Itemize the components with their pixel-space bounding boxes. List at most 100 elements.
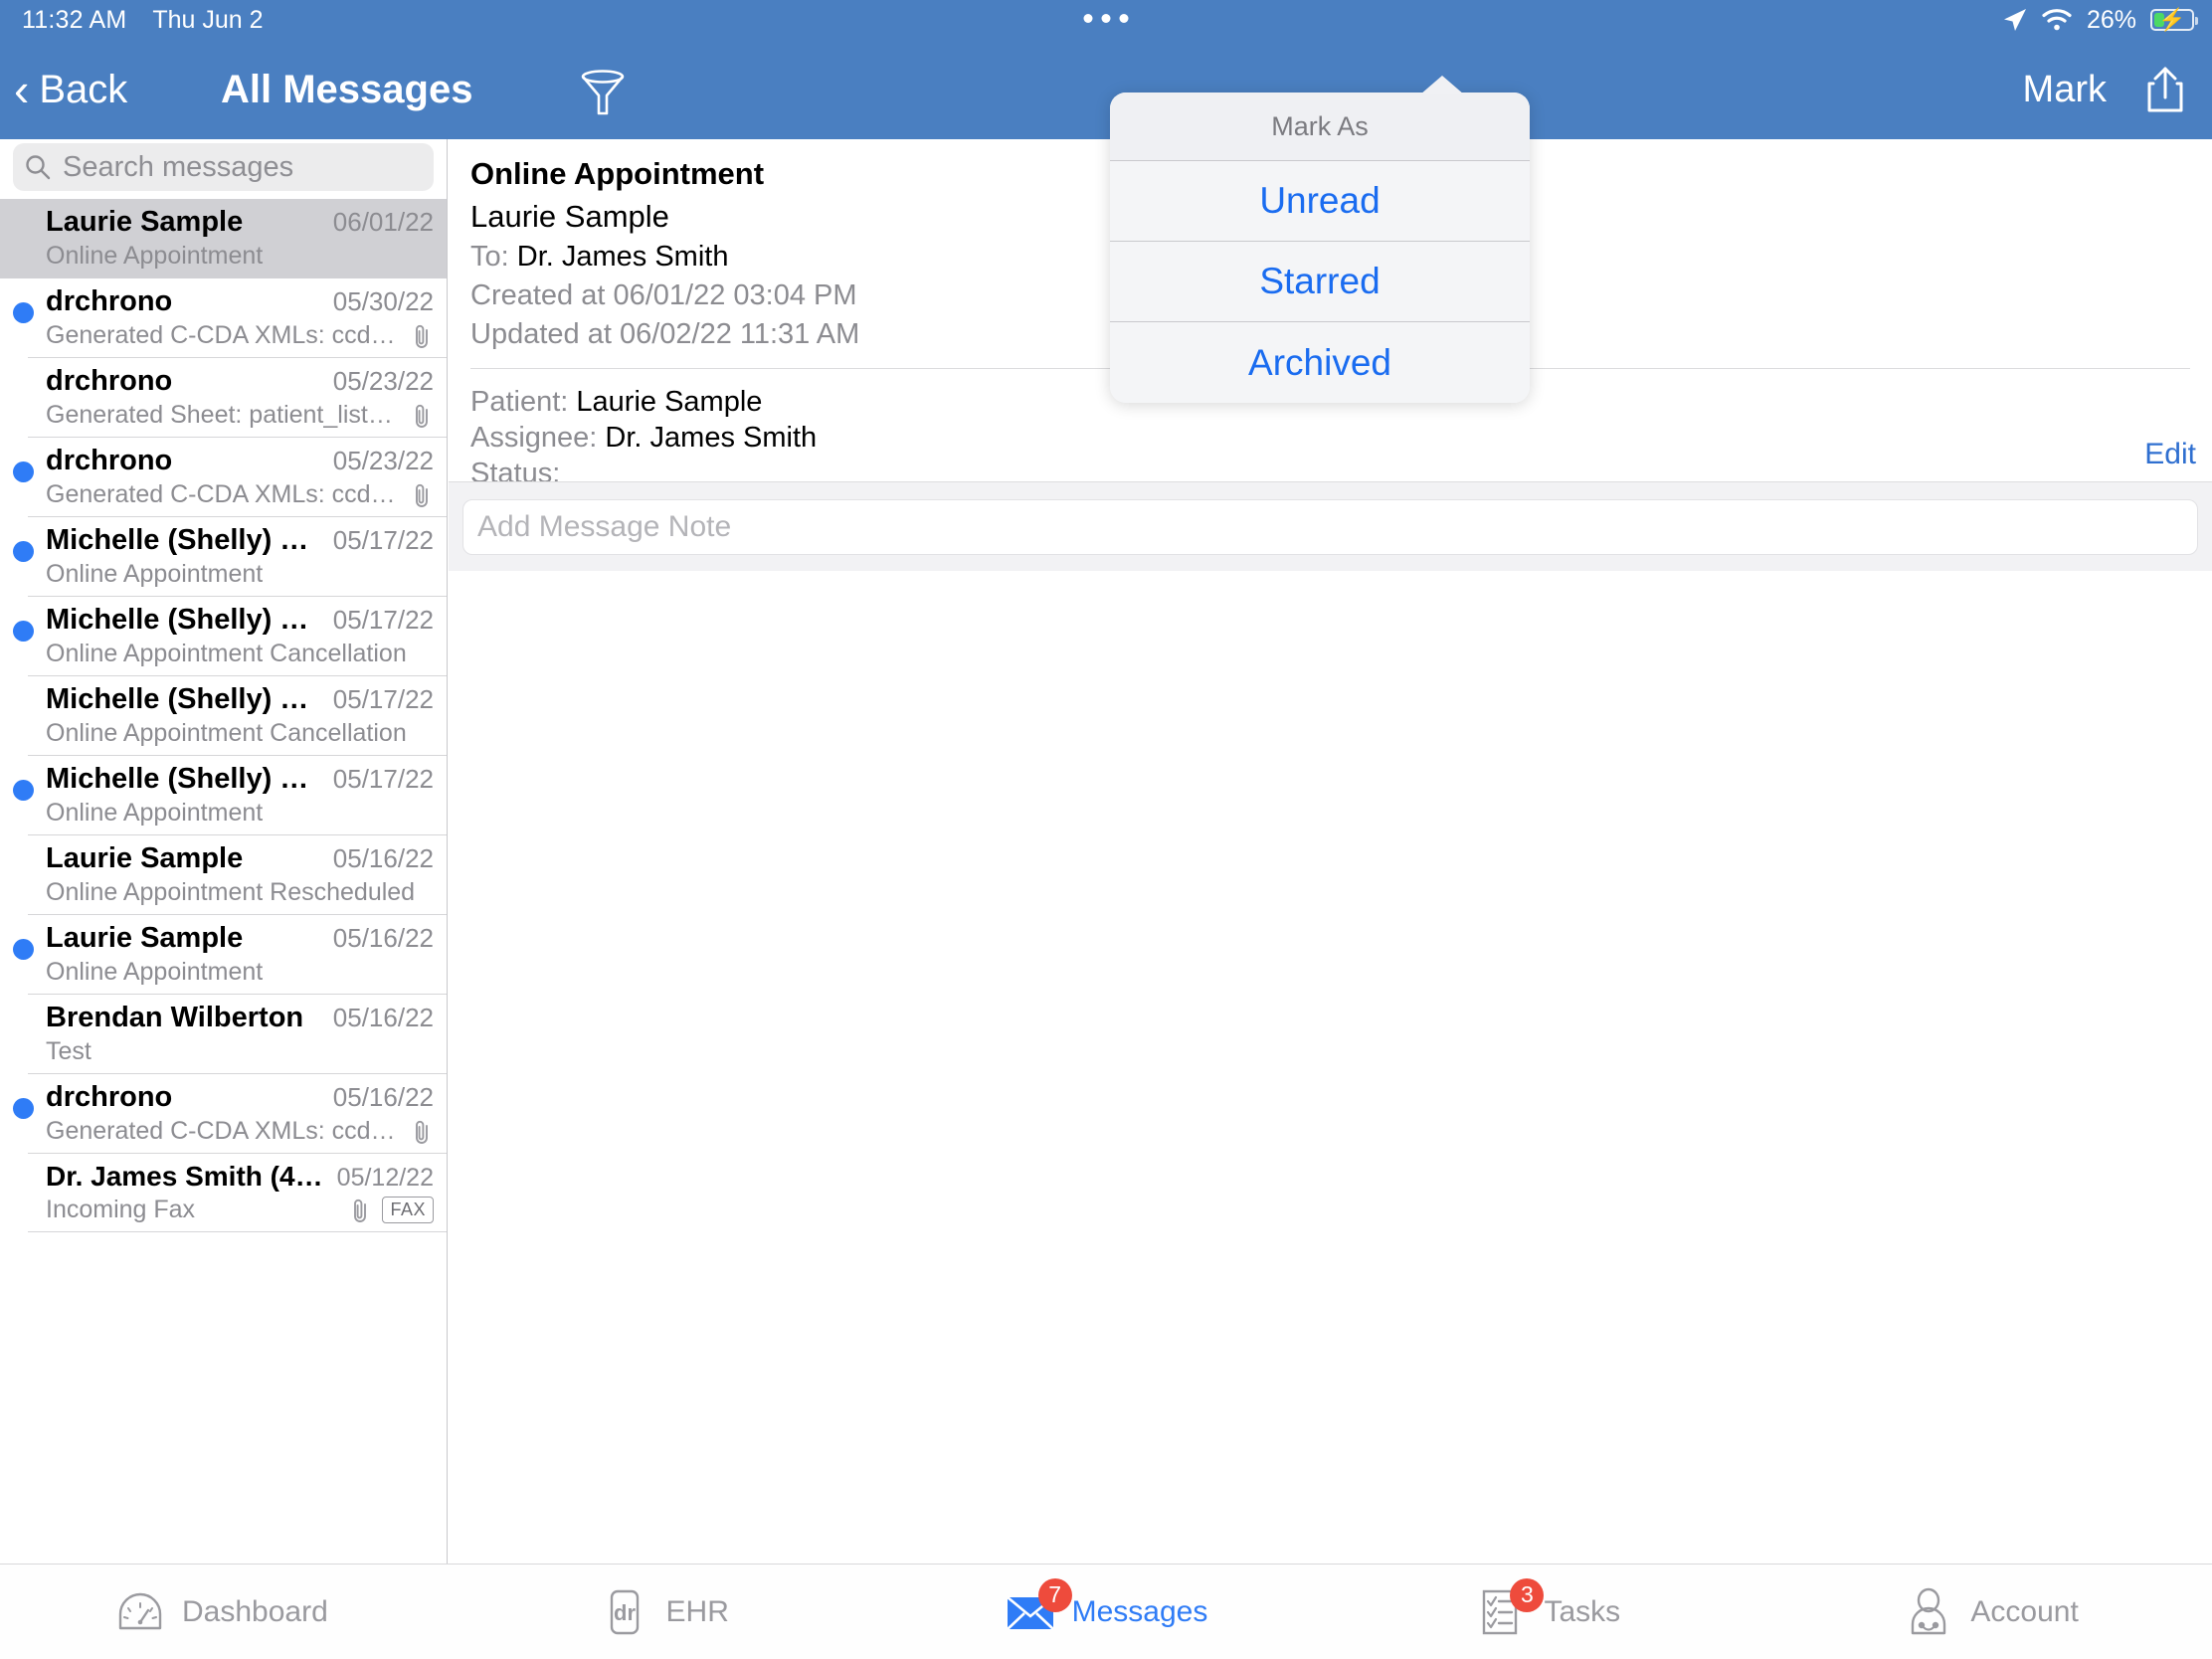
message-row-top: Michelle (Shelly) Harris05/17/22: [46, 763, 434, 796]
message-row-date: 05/23/22: [332, 446, 434, 475]
unread-indicator-dot: [13, 939, 34, 960]
tab-tasks[interactable]: 3 Tasks: [1327, 1565, 1769, 1659]
message-row-bottom: Online Appointment: [46, 958, 434, 987]
message-row-bottom: Online Appointment: [46, 799, 434, 828]
tab-account[interactable]: Account: [1769, 1565, 2212, 1659]
message-row-sender: Michelle (Shelly) Harris: [46, 683, 325, 715]
message-list-item[interactable]: Michelle (Shelly) Harris05/17/22 Online A…: [0, 517, 447, 597]
message-row-subject: Online Appointment Cancellation: [46, 640, 407, 667]
message-row-top: Dr. James Smith (4109278169)05/12/22: [46, 1161, 434, 1193]
tab-label: Messages: [1071, 1594, 1208, 1628]
tab-label: EHR: [665, 1594, 729, 1628]
message-row-top: Laurie Sample 05/16/22: [46, 842, 434, 875]
message-row-bottom: Online Appointment Cancellation: [46, 640, 434, 668]
message-list-item[interactable]: drchrono 05/16/22 Generated C-CDA XMLs: cc…: [0, 1074, 447, 1154]
assignee-row: Assignee: Dr. James Smith: [470, 422, 2212, 455]
message-list-item[interactable]: Laurie Sample 05/16/22 Online Appointment …: [0, 835, 447, 915]
message-row-sender: drchrono: [46, 365, 173, 397]
message-row-sender: Michelle (Shelly) Harris: [46, 763, 325, 795]
gauge-icon: [114, 1586, 166, 1638]
message-list-item[interactable]: Laurie Sample 06/01/22 Online Appointment: [0, 199, 447, 278]
assignee-value: Dr. James Smith: [605, 422, 818, 454]
message-list-item[interactable]: drchrono 05/23/22 Generated C-CDA XMLs: cc…: [0, 438, 447, 517]
message-list-item[interactable]: Michelle (Shelly) Harris05/17/22 Online A…: [0, 756, 447, 835]
unread-indicator-dot: [13, 621, 34, 642]
message-row-date: 05/16/22: [332, 1082, 434, 1112]
status-bar: 11:32 AM Thu Jun 2 26% ⚡: [0, 0, 2212, 40]
search-input[interactable]: [63, 150, 422, 184]
patient-label: Patient:: [470, 386, 569, 418]
search-box[interactable]: [13, 143, 434, 191]
message-row-subject: Test: [46, 1037, 92, 1065]
paperclip-icon: [410, 403, 434, 429]
message-row-sender: drchrono: [46, 1081, 173, 1113]
paperclip-icon: [410, 482, 434, 508]
unread-indicator-dot: [13, 302, 34, 323]
popover-item-archived[interactable]: Archived: [1110, 322, 1530, 403]
message-rows: Laurie Sample 06/01/22 Online Appointment d…: [0, 199, 447, 1232]
message-row-bottom: Generated C-CDA XMLs: ccda_xmls_05_30_20…: [46, 321, 434, 350]
message-row-sender: Laurie Sample: [46, 206, 244, 238]
battery-percent: 26%: [2086, 5, 2136, 34]
unread-indicator-dot: [13, 541, 34, 562]
message-row-date: 05/17/22: [332, 525, 434, 555]
tab-label: Tasks: [1544, 1594, 1621, 1628]
tab-dashboard[interactable]: Dashboard: [0, 1565, 443, 1659]
message-row-date: 05/17/22: [332, 684, 434, 714]
lightning-bolt-icon: ⚡: [2158, 7, 2186, 32]
back-button[interactable]: ‹ Back: [14, 40, 127, 139]
search-icon: [25, 154, 51, 180]
person-headset-icon: [1903, 1586, 1954, 1638]
message-row-bottom: Generated Sheet: patient_list_05_23_2022…: [46, 401, 434, 430]
unread-indicator-dot: [13, 461, 34, 482]
message-row-sender: Laurie Sample: [46, 922, 244, 954]
message-list-item[interactable]: drchrono 05/23/22 Generated Sheet: patient…: [0, 358, 447, 438]
message-list-item[interactable]: Laurie Sample 05/16/22 Online Appointment: [0, 915, 447, 995]
navigation-bar: ‹ Back All Messages Mark: [0, 40, 2212, 139]
popover-header: Mark As: [1110, 92, 1530, 161]
message-row-bottom: Online Appointment Rescheduled: [46, 878, 434, 907]
message-row-subject: Online Appointment: [46, 242, 264, 270]
back-button-label: Back: [39, 67, 128, 111]
message-list-item[interactable]: Brendan Wilberton 05/16/22 Test: [0, 995, 447, 1074]
message-row-sender: Brendan Wilberton: [46, 1002, 304, 1033]
message-note-bar: [449, 481, 2212, 571]
message-note-input[interactable]: [477, 509, 2183, 544]
message-list-item[interactable]: Michelle (Shelly) Harris05/17/22 Online A…: [0, 597, 447, 676]
popover-arrow-icon: [1420, 76, 1464, 94]
tab-messages[interactable]: 7 Messages: [885, 1565, 1328, 1659]
paperclip-icon: [410, 323, 434, 349]
message-row-date: 05/16/22: [332, 843, 434, 873]
message-row-sender: drchrono: [46, 445, 173, 476]
assignee-label: Assignee:: [470, 422, 598, 454]
edit-button[interactable]: Edit: [2144, 438, 2196, 471]
funnel-icon[interactable]: [579, 70, 627, 115]
app-root: 11:32 AM Thu Jun 2 26% ⚡ ‹ Back All Mess…: [0, 0, 2212, 1659]
message-row-date: 06/01/22: [332, 207, 434, 237]
message-note-field[interactable]: [462, 498, 2198, 555]
message-row-bottom: Incoming Fax FAX: [46, 1196, 434, 1224]
message-row-top: Laurie Sample 05/16/22: [46, 922, 434, 955]
message-row-subject: Online Appointment Cancellation: [46, 719, 407, 747]
drchrono-dr-icon: dr: [599, 1586, 650, 1638]
message-row-bottom: Online Appointment Cancellation: [46, 719, 434, 748]
popover-item-starred[interactable]: Starred: [1110, 242, 1530, 322]
multitasking-dots-icon[interactable]: [1083, 14, 1129, 23]
message-list-item[interactable]: drchrono 05/30/22 Generated C-CDA XMLs: cc…: [0, 278, 447, 358]
fax-badge: FAX: [382, 1197, 434, 1223]
popover-item-unread[interactable]: Unread: [1110, 161, 1530, 242]
message-row-bottom: Online Appointment: [46, 242, 434, 271]
chevron-left-icon: ‹: [14, 64, 30, 115]
message-row-subject: Incoming Fax: [46, 1196, 196, 1223]
mark-button[interactable]: Mark: [2023, 69, 2107, 111]
message-row-sender: Michelle (Shelly) Harris: [46, 524, 325, 556]
message-list-item[interactable]: Michelle (Shelly) Harris05/17/22 Online A…: [0, 676, 447, 756]
message-row-bottom: Online Appointment: [46, 560, 434, 589]
message-row-subject: Online Appointment: [46, 799, 264, 827]
share-icon[interactable]: [2142, 65, 2188, 114]
message-list-item[interactable]: Dr. James Smith (4109278169)05/12/22 Inco…: [0, 1154, 447, 1232]
battery-icon: ⚡: [2150, 7, 2198, 32]
tab-ehr[interactable]: dr EHR: [443, 1565, 885, 1659]
popover-item-label: Starred: [1259, 261, 1381, 301]
message-row-date: 05/16/22: [332, 923, 434, 953]
